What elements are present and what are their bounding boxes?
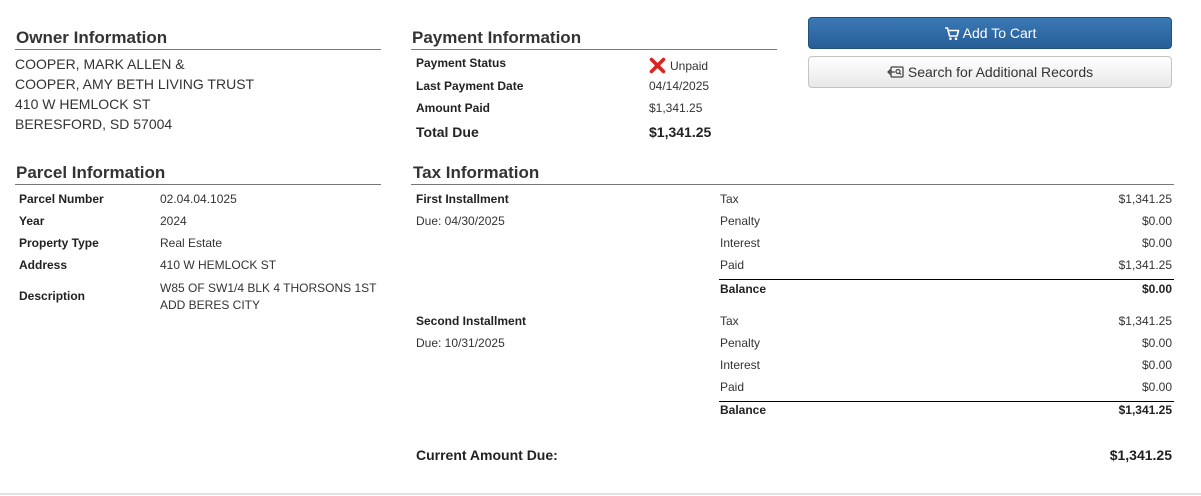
owner-name-line-1: COOPER, MARK ALLEN & (15, 56, 185, 72)
last-payment-date-value: 04/14/2025 (649, 79, 710, 93)
current-amount-due-label: Current Amount Due: (416, 447, 558, 463)
description-value-line-1: W85 OF SW1/4 BLK 4 THORSONS 1ST (160, 281, 377, 295)
second-balance-value: $1,341.25 (1118, 403, 1172, 417)
first-balance-divider (719, 279, 1174, 280)
first-balance-label: Balance (720, 282, 767, 296)
second-installment-title: Second Installment (416, 314, 527, 328)
second-tax-label: Tax (720, 314, 739, 328)
first-paid-label: Paid (720, 258, 745, 272)
second-paid-value: $0.00 (1141, 380, 1172, 394)
first-interest-label: Interest (720, 236, 761, 250)
owner-heading-divider (15, 49, 381, 50)
year-label: Year (19, 214, 45, 228)
search-records-label: Search for Additional Records (907, 64, 1094, 80)
page-bottom-border (0, 493, 1201, 495)
owner-information-heading: Owner Information (16, 28, 168, 47)
payment-heading-divider (411, 49, 777, 50)
parcel-information-heading: Parcel Information (16, 163, 166, 182)
first-penalty-value: $0.00 (1141, 214, 1172, 228)
second-penalty-value: $0.00 (1141, 336, 1172, 350)
address-value: 410 W HEMLOCK ST (160, 258, 277, 272)
payment-information-heading: Payment Information (412, 28, 582, 47)
first-installment-title: First Installment (416, 192, 509, 206)
owner-address-street: 410 W HEMLOCK ST (15, 96, 151, 112)
first-paid-value: $1,341.25 (1118, 258, 1172, 272)
second-paid-label: Paid (720, 380, 745, 394)
second-tax-value: $1,341.25 (1118, 314, 1172, 328)
description-value-line-2: ADD BERES CITY (160, 298, 261, 312)
first-penalty-label: Penalty (720, 214, 761, 228)
parcel-number-label: Parcel Number (19, 192, 104, 206)
unpaid-x-icon (649, 57, 666, 74)
add-to-cart-button[interactable]: Add To Cart (808, 17, 1172, 49)
amount-paid-value: $1,341.25 (649, 101, 703, 115)
search-records-icon (886, 66, 904, 78)
amount-paid-label: Amount Paid (416, 101, 490, 115)
second-interest-label: Interest (720, 358, 761, 372)
total-due-label: Total Due (416, 124, 479, 140)
owner-name-line-2: COOPER, AMY BETH LIVING TRUST (15, 76, 255, 92)
second-balance-divider (719, 401, 1174, 402)
current-amount-due-value: $1,341.25 (1109, 447, 1172, 463)
payment-status-label: Payment Status (416, 56, 507, 70)
payment-status-value: Unpaid (649, 57, 708, 74)
first-installment-due-date: Due: 04/30/2025 (416, 214, 505, 228)
parcel-number-value: 02.04.04.1025 (160, 192, 237, 206)
first-tax-label: Tax (720, 192, 739, 206)
add-to-cart-label: Add To Cart (962, 25, 1037, 41)
parcel-heading-divider (15, 184, 381, 185)
property-type-value: Real Estate (160, 236, 223, 250)
year-value: 2024 (160, 214, 187, 228)
first-tax-value: $1,341.25 (1118, 192, 1172, 206)
search-additional-records-button[interactable]: Search for Additional Records (808, 56, 1172, 88)
property-type-label: Property Type (19, 236, 99, 250)
second-balance-label: Balance (720, 403, 767, 417)
second-installment-due-date: Due: 10/31/2025 (416, 336, 505, 350)
cart-icon (944, 26, 959, 40)
owner-address-city: BERESFORD, SD 57004 (15, 116, 173, 132)
tax-information-heading: Tax Information (413, 163, 540, 182)
first-interest-value: $0.00 (1141, 236, 1172, 250)
last-payment-date-label: Last Payment Date (416, 79, 524, 93)
second-penalty-label: Penalty (720, 336, 761, 350)
tax-heading-divider (411, 184, 1174, 185)
description-label: Description (19, 289, 86, 303)
address-label: Address (19, 258, 68, 272)
total-due-value: $1,341.25 (649, 124, 712, 140)
second-interest-value: $0.00 (1141, 358, 1172, 372)
first-balance-value: $0.00 (1141, 282, 1172, 296)
payment-status-text: Unpaid (670, 58, 709, 73)
